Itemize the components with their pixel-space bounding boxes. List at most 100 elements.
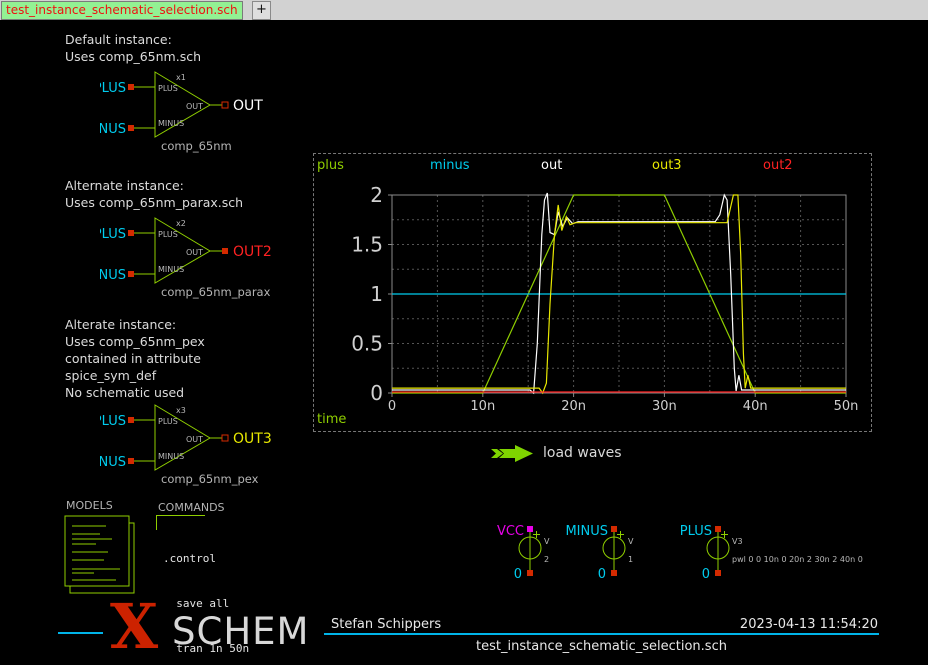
heading-line: Alternate instance:: [65, 177, 243, 194]
svg-text:30n: 30n: [652, 399, 677, 414]
author-name: Stefan Schippers: [331, 617, 441, 632]
heading-line: spice_sym_def: [65, 367, 205, 384]
pin-name-plus: PLUS: [158, 84, 178, 93]
comparator-instance-x2[interactable]: PLUS MINUS PLUS MINUS OUT x2 OUT2 comp_6…: [100, 212, 300, 302]
top-pin: [527, 526, 533, 532]
net-label-minus: MINUS: [100, 455, 126, 470]
tab-bar: test_instance_schematic_selection.sch +: [0, 0, 928, 20]
svg-text:0: 0: [388, 399, 396, 414]
minus-pin: [128, 125, 134, 131]
comparator-instance-x3[interactable]: PLUS MINUS PLUS MINUS OUT x3 OUT3 comp_6…: [100, 399, 300, 489]
plus-pin: [128, 84, 134, 90]
svg-text:2: 2: [370, 183, 383, 207]
legend-plus[interactable]: plus: [317, 158, 344, 173]
heading-line: Default instance:: [65, 31, 201, 48]
commands-label: COMMANDS: [158, 501, 225, 514]
voltage-source-v2[interactable]: MINUS V2 1 0: [544, 522, 634, 580]
timestamp: 2023-04-13 11:54:20: [740, 617, 878, 632]
new-tab-button[interactable]: +: [252, 1, 271, 20]
minus-pin: [128, 458, 134, 464]
svg-text:50n: 50n: [834, 399, 859, 414]
instance-ref: x2: [176, 219, 186, 228]
top-pin: [611, 526, 617, 532]
svg-text:0: 0: [370, 381, 383, 405]
gnd-label: 0: [514, 567, 522, 580]
net-label-plus: PLUS: [100, 414, 126, 429]
top-pin: [715, 526, 721, 532]
svg-text:40n: 40n: [743, 399, 768, 414]
net-label-out: OUT3: [233, 431, 272, 447]
net-label-plus: PLUS: [100, 81, 126, 96]
svg-text:20n: 20n: [561, 399, 586, 414]
plus-pin: [128, 417, 134, 423]
pin-name-plus: PLUS: [158, 230, 178, 239]
legend-out2[interactable]: out2: [763, 158, 793, 173]
source-ref: V3: [732, 537, 743, 546]
models-document-icon[interactable]: [60, 512, 150, 598]
code-line: .control: [163, 551, 461, 566]
svg-text:1: 1: [370, 282, 383, 306]
arrow-body: [499, 445, 533, 462]
voltage-source-v3[interactable]: PLUS V3 pwl 0 0 10n 0 20n 2 30n 2 40n 0 …: [648, 522, 878, 580]
out-pin: [222, 102, 228, 108]
sheet-title: test_instance_schematic_selection.sch: [324, 639, 879, 654]
section-default-instance: Default instance: Uses comp_65nm.sch: [65, 31, 201, 65]
pin-name-out: OUT: [186, 248, 203, 257]
out-pin: [222, 435, 228, 441]
pin-name-minus: MINUS: [158, 452, 184, 461]
out-pin: [222, 248, 228, 254]
xschem-logo-x: X: [110, 596, 158, 658]
net-label-out: OUT: [233, 98, 263, 114]
heading-line: contained in attribute: [65, 350, 205, 367]
legend-out3[interactable]: out3: [652, 158, 682, 173]
pin-name-out: OUT: [186, 435, 203, 444]
gnd-label: 0: [598, 567, 606, 580]
source-ref: V2: [628, 537, 634, 546]
titleblock-left-line: [58, 632, 103, 634]
comparator-instance-x1[interactable]: PLUS MINUS PLUS MINUS OUT x1 OUT comp_65…: [100, 66, 300, 156]
xschem-window: test_instance_schematic_selection.sch + …: [0, 0, 928, 665]
legend-minus[interactable]: minus: [430, 158, 470, 173]
gnd-label: 0: [702, 567, 710, 580]
net-label: MINUS: [565, 524, 608, 539]
heading-line: Uses comp_65nm_parax.sch: [65, 194, 243, 211]
heading-line: Uses comp_65nm_pex: [65, 333, 205, 350]
bottom-pin: [715, 570, 721, 576]
voltage-source-v1[interactable]: VCC V1 2 0: [460, 522, 550, 580]
minus-pin: [128, 271, 134, 277]
svg-text:0.5: 0.5: [351, 332, 383, 356]
pin-name-plus: PLUS: [158, 417, 178, 426]
net-label-minus: MINUS: [100, 268, 126, 283]
svg-text:1.5: 1.5: [351, 233, 383, 257]
symbol-name: comp_65nm_parax: [161, 285, 271, 299]
symbol-name: comp_65nm: [161, 139, 232, 153]
pin-name-out: OUT: [186, 102, 203, 111]
svg-text:10n: 10n: [470, 399, 495, 414]
load-waves-arrow-icon[interactable]: [491, 444, 537, 463]
heading-line: Uses comp_65nm.sch: [65, 48, 201, 65]
bottom-pin: [611, 570, 617, 576]
models-label: MODELS: [66, 499, 113, 512]
titleblock-underline: [324, 633, 879, 635]
pin-name-minus: MINUS: [158, 265, 184, 274]
source-value: pwl 0 0 10n 0 20n 2 30n 2 40n 0: [732, 555, 863, 564]
net-label-out: OUT2: [233, 244, 272, 260]
net-label: VCC: [497, 524, 524, 539]
plus-pin: [128, 230, 134, 236]
tab-active-schematic[interactable]: test_instance_schematic_selection.sch: [1, 1, 243, 20]
pin-name-minus: MINUS: [158, 119, 184, 128]
net-label-minus: MINUS: [100, 122, 126, 137]
code-line: save all: [163, 596, 461, 611]
source-value: 1: [628, 555, 633, 564]
symbol-name: comp_65nm_pex: [161, 472, 259, 486]
section-pex-instance: Alterate instance: Uses comp_65nm_pex co…: [65, 316, 205, 401]
xschem-logo-text: SCHEM: [172, 613, 309, 650]
load-waves-button[interactable]: load waves: [543, 445, 622, 461]
legend-out[interactable]: out: [541, 158, 562, 173]
heading-line: Alterate instance:: [65, 316, 205, 333]
net-label: PLUS: [680, 524, 712, 539]
waveform-graph[interactable]: 0 10n 20n 30n 40n 50n 0 0.5 1 1.5 2 plus minus out…: [313, 153, 872, 432]
bottom-pin: [527, 570, 533, 576]
section-alternate-instance: Alternate instance: Uses comp_65nm_parax…: [65, 177, 243, 211]
waveform-plot[interactable]: 0 10n 20n 30n 40n 50n 0 0.5 1 1.5 2: [314, 154, 871, 431]
